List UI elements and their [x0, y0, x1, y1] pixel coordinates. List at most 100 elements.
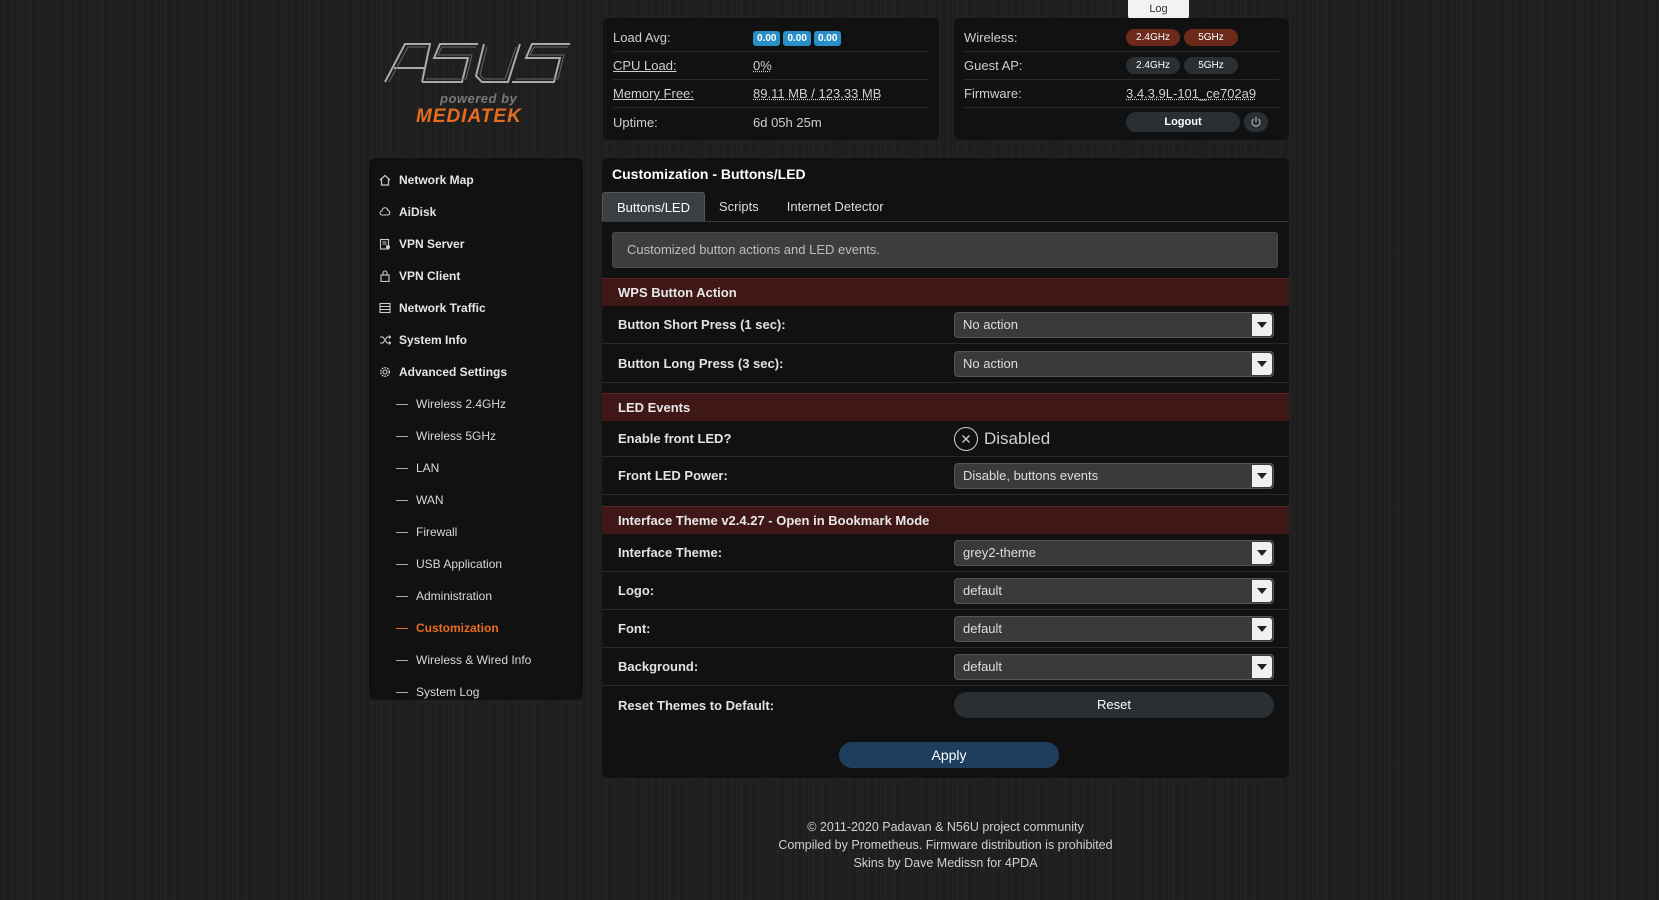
list-icon: [379, 302, 399, 314]
wireless-label: Wireless:: [964, 30, 1018, 45]
vpn-server-icon: [379, 238, 399, 250]
dash-icon: [396, 531, 408, 533]
theme-label: Interface Theme:: [618, 545, 723, 560]
theme-value: grey2-theme: [963, 544, 1036, 560]
sidebar-subitem-administration[interactable]: Administration: [369, 580, 583, 612]
asus-logo[interactable]: powered by MEDIATEK: [380, 38, 580, 138]
wireless-5-badge[interactable]: 5GHz: [1184, 29, 1238, 46]
font-row: Font: default: [602, 610, 1289, 648]
chevron-down-icon: [1252, 617, 1272, 640]
background-value: default: [963, 658, 1003, 674]
sidebar-item-network-map[interactable]: Network Map: [369, 164, 583, 196]
reset-label: Reset Themes to Default:: [618, 697, 775, 713]
memory-value[interactable]: 89.11 MB / 123.33 MB: [753, 86, 881, 101]
chevron-down-icon: [1252, 464, 1272, 487]
sidebar-item-vpn-server[interactable]: VPN Server: [369, 228, 583, 260]
chevron-down-icon: [1252, 352, 1272, 375]
memory-row: Memory Free: 89.11 MB / 123.33 MB: [613, 80, 929, 108]
sidebar-subitem-firewall[interactable]: Firewall: [369, 516, 583, 548]
firmware-value[interactable]: 3.4.3.9L-101_ce702a9: [1126, 86, 1256, 101]
apply-button[interactable]: Apply: [839, 742, 1059, 768]
logo-value: default: [963, 582, 1003, 598]
sidebar: Network Map AiDisk VPN Server VPN Client…: [369, 158, 583, 700]
sidebar-item-system-info[interactable]: System Info: [369, 324, 583, 356]
sidebar-item-label: System Info: [399, 333, 468, 347]
memory-label[interactable]: Memory Free:: [613, 86, 753, 101]
logout-button[interactable]: Logout: [1126, 112, 1240, 132]
sidebar-item-label: VPN Client: [399, 269, 461, 283]
info-box: Customized button actions and LED events…: [612, 232, 1278, 268]
subitem-label: USB Application: [416, 557, 503, 571]
sidebar-subitem-wan[interactable]: WAN: [369, 484, 583, 516]
led-power-value: Disable, buttons events: [963, 467, 1099, 483]
long-press-value: No action: [963, 355, 1018, 371]
guest-ap-row: Guest AP: 2.4GHz 5GHz: [964, 52, 1279, 80]
footer: © 2011-2020 Padavan & N56U project commu…: [602, 818, 1289, 872]
sidebar-subitem-system-log[interactable]: System Log: [369, 676, 583, 708]
theme-select[interactable]: grey2-theme: [954, 539, 1274, 566]
led-power-select[interactable]: Disable, buttons events: [954, 462, 1274, 489]
wireless-24-badge[interactable]: 2.4GHz: [1126, 29, 1180, 46]
tab-internet-detector[interactable]: Internet Detector: [773, 192, 898, 221]
font-label: Font:: [618, 621, 651, 636]
subitem-label: Wireless & Wired Info: [416, 653, 532, 667]
reboot-button[interactable]: [1244, 112, 1268, 132]
sidebar-item-vpn-client[interactable]: VPN Client: [369, 260, 583, 292]
section-wps: WPS Button Action: [602, 278, 1289, 306]
chevron-down-icon: [1252, 655, 1272, 678]
load-avg-row: Load Avg: 0.00 0.00 0.00: [613, 24, 929, 52]
sidebar-subitem-wireless-24[interactable]: Wireless 2.4GHz: [369, 388, 583, 420]
subitem-label: Wireless 2.4GHz: [416, 397, 507, 411]
cpu-load-label[interactable]: CPU Load:: [613, 58, 753, 73]
long-press-row: Button Long Press (3 sec): No action: [602, 345, 1289, 383]
sidebar-subitem-wireless-5[interactable]: Wireless 5GHz: [369, 420, 583, 452]
cloud-icon: [379, 206, 399, 218]
short-press-select[interactable]: No action: [954, 311, 1274, 338]
tab-buttons-led[interactable]: Buttons/LED: [602, 192, 705, 221]
chevron-down-icon: [1252, 313, 1272, 336]
dash-icon: [396, 659, 408, 661]
sidebar-subitem-usb-application[interactable]: USB Application: [369, 548, 583, 580]
dash-icon: [396, 403, 408, 405]
background-row: Background: default: [602, 648, 1289, 686]
subitem-label: Administration: [416, 589, 493, 603]
front-led-toggle[interactable]: Disabled: [954, 426, 1050, 451]
subitem-label: LAN: [416, 461, 440, 475]
home-icon: [379, 174, 399, 186]
firmware-label: Firmware:: [964, 86, 1022, 101]
tab-scripts[interactable]: Scripts: [705, 192, 773, 221]
sidebar-item-label: AiDisk: [399, 205, 437, 219]
sidebar-subitem-wireless-wired-info[interactable]: Wireless & Wired Info: [369, 644, 583, 676]
close-icon: [954, 426, 978, 451]
section-led: LED Events: [602, 393, 1289, 421]
subitem-label: Customization: [416, 621, 499, 635]
sidebar-item-aidisk[interactable]: AiDisk: [369, 196, 583, 228]
sidebar-item-network-traffic[interactable]: Network Traffic: [369, 292, 583, 324]
cpu-load-value[interactable]: 0%: [753, 58, 772, 73]
vpn-client-icon: [379, 270, 399, 282]
reset-button[interactable]: Reset: [954, 692, 1274, 718]
font-select[interactable]: default: [954, 615, 1274, 642]
chevron-down-icon: [1252, 579, 1272, 602]
load-avg-5: 0.00: [783, 31, 811, 46]
long-press-label: Button Long Press (3 sec):: [618, 356, 784, 371]
sidebar-subitem-lan[interactable]: LAN: [369, 452, 583, 484]
sidebar-subitem-customization[interactable]: Customization: [369, 612, 583, 644]
power-icon: [1251, 117, 1261, 127]
guest-5-badge[interactable]: 5GHz: [1184, 57, 1238, 74]
front-led-row: Enable front LED? Disabled: [602, 421, 1289, 457]
load-avg-1: 0.00: [753, 31, 781, 46]
uptime-value: 6d 05h 25m: [753, 114, 822, 130]
long-press-select[interactable]: No action: [954, 350, 1274, 377]
background-select[interactable]: default: [954, 653, 1274, 680]
subitem-label: System Log: [416, 685, 480, 699]
guest-24-badge[interactable]: 2.4GHz: [1126, 57, 1180, 74]
sidebar-item-advanced-settings[interactable]: Advanced Settings: [369, 356, 583, 388]
page-title: Customization - Buttons/LED: [612, 166, 806, 182]
footer-compiled: Compiled by Prometheus. Firmware distrib…: [778, 838, 1113, 852]
dash-icon: [396, 435, 408, 437]
log-tab[interactable]: Log: [1128, 0, 1189, 19]
dash-icon: [396, 563, 408, 565]
wireless-row: Wireless: 2.4GHz 5GHz: [964, 24, 1279, 52]
logo-select[interactable]: default: [954, 577, 1274, 604]
